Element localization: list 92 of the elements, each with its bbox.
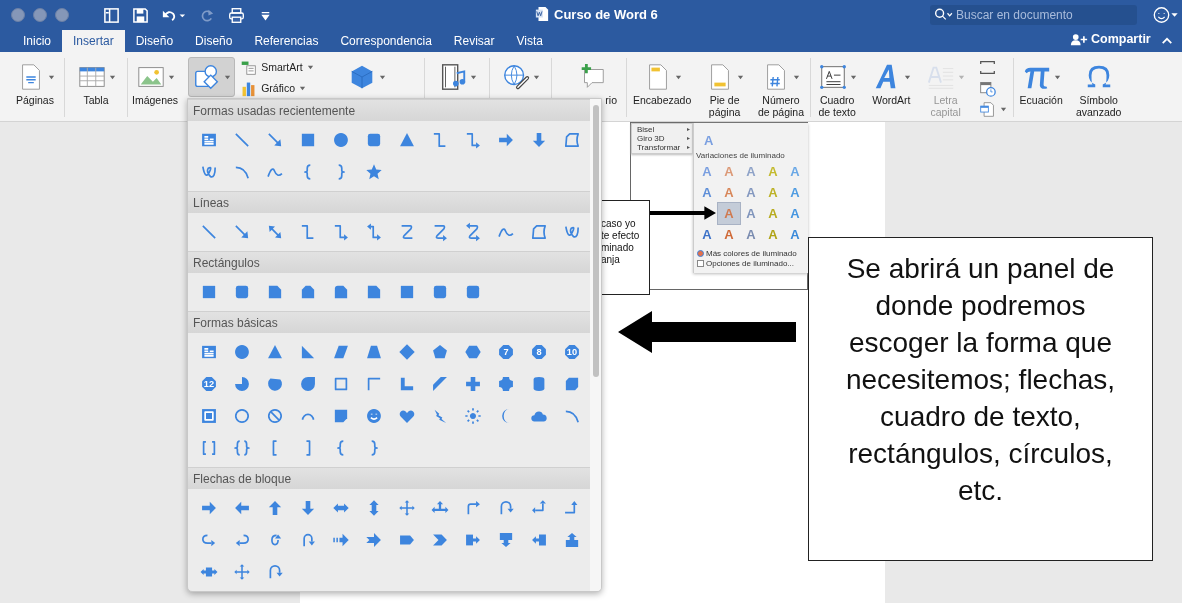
close-window-icon[interactable]	[11, 8, 25, 22]
caret-icon	[469, 73, 477, 81]
glow-variant: A	[767, 205, 779, 223]
print-icon[interactable]	[228, 6, 245, 24]
glow-variant: A	[767, 163, 779, 181]
ribbon-button[interactable]: Imágenes	[128, 57, 183, 109]
feedback-smiley-icon[interactable]	[1152, 6, 1180, 24]
caret-icon	[674, 73, 682, 81]
calendar-clock-icon	[979, 79, 997, 97]
ribbon-small-button[interactable]: Gráfico	[237, 78, 317, 98]
add-person-icon	[1070, 32, 1088, 46]
glow-variant: A	[789, 226, 801, 244]
ribbon-button[interactable]: Páginas	[11, 57, 59, 109]
caret-icon	[224, 73, 232, 81]
ribbon-button[interactable]: Tabla	[72, 57, 120, 109]
sun-shape-icon[interactable]	[462, 406, 483, 426]
ribbon-small-button[interactable]: SmartArt	[237, 57, 317, 77]
search-icon	[934, 8, 954, 22]
caret-icon	[793, 73, 801, 81]
double-brace-shape-icon[interactable]	[231, 438, 252, 458]
ribbon-button[interactable]: Cuadro de texto	[813, 57, 861, 121]
caret-icon	[108, 73, 116, 81]
callout-text: Se abrirá un panel de donde podremos escoger la forma que necesitemos; flechas, cuadro de texto, rectángulos, círculos, etc.	[844, 252, 1117, 508]
ribbon-tab[interactable]: Inicio	[12, 30, 62, 52]
section-header: Líneas	[188, 191, 590, 213]
ribbon-tab[interactable]: Correspondencia	[329, 30, 443, 52]
glow-variant: A	[745, 184, 757, 202]
section-header: Formas usadas recientemente	[188, 99, 590, 121]
glow-variant: A	[723, 163, 735, 181]
glow-variant: A	[701, 226, 713, 244]
submenu-arrow-icon	[687, 128, 690, 131]
section-header: Variaciones de iluminado	[696, 151, 785, 160]
ribbon-tab[interactable]: Insertar	[62, 30, 125, 52]
sidebar-icon[interactable]	[103, 6, 120, 24]
zoom-window-icon[interactable]	[55, 8, 69, 22]
text-box: caso yo te efecto minado anja	[600, 200, 650, 295]
scrollbar[interactable]	[590, 99, 601, 591]
ribbon-button[interactable]: Símbolo avanzado	[1071, 57, 1126, 121]
section-header: Formas básicas	[188, 311, 590, 333]
caret-icon	[1000, 105, 1008, 113]
search-field[interactable]: Buscar en documento	[930, 5, 1137, 25]
globe-link-icon	[501, 62, 531, 92]
minimize-window-icon[interactable]	[33, 8, 47, 22]
glow-variant: A	[701, 184, 713, 202]
glow-variant: A	[723, 184, 735, 202]
caret-icon	[378, 73, 386, 81]
glow-variant: A	[745, 163, 757, 181]
caret-icon	[849, 73, 857, 81]
glow-variant: A	[767, 226, 779, 244]
share-button[interactable]: Compartir	[1070, 32, 1151, 46]
caret-icon	[958, 73, 966, 81]
glow-variant: A	[723, 226, 735, 244]
ribbon-tab[interactable]: Revisar	[442, 30, 506, 52]
glow-variant: A	[718, 203, 740, 224]
ribbon-tab[interactable]: Vista	[505, 30, 554, 52]
ribbon-button[interactable]: WordArt	[867, 57, 915, 109]
submenu-arrow-icon	[687, 137, 690, 140]
section-header: Rectángulos	[188, 251, 590, 273]
glow-variant: A	[767, 184, 779, 202]
text-box-icon	[817, 62, 848, 92]
ribbon-button[interactable]: Encabezado	[628, 57, 696, 109]
window-title: Curso de Word 6	[554, 6, 658, 22]
arrow	[650, 206, 716, 220]
save-icon[interactable]	[132, 6, 149, 24]
caret-icon	[737, 73, 745, 81]
object-icon	[979, 100, 997, 118]
ribbon-tab[interactable]: Diseño	[124, 30, 185, 52]
frame-icon	[979, 58, 997, 76]
glow-variant: A	[789, 184, 801, 202]
submenu-arrow-icon	[687, 146, 690, 149]
caret-icon	[306, 63, 314, 71]
caret-icon	[533, 73, 540, 81]
glow-variant: A	[789, 163, 801, 181]
word-document-icon	[535, 6, 549, 22]
glow-variant: A	[701, 163, 713, 181]
caret-icon	[298, 84, 306, 92]
caret-icon	[167, 73, 175, 81]
ribbon-tab[interactable]: Diseño	[184, 30, 244, 52]
glow-variant: A	[745, 226, 757, 244]
ribbon-button[interactable]: Ecuación	[1015, 57, 1067, 109]
ribbon-button[interactable]: Número de página	[753, 57, 809, 121]
caret-icon	[47, 73, 55, 81]
caret-icon	[903, 73, 911, 81]
glow-preview: A	[704, 133, 714, 148]
collapse-ribbon-icon[interactable]	[1161, 36, 1173, 45]
section-header: Flechas de bloque	[188, 467, 590, 489]
ribbon-tab[interactable]: Referencias	[243, 30, 330, 52]
glow-variant: A	[789, 205, 801, 223]
glow-variant: A	[745, 205, 757, 223]
ribbon-button[interactable]	[188, 57, 236, 97]
ribbon-button[interactable]: Pie de página	[701, 57, 749, 121]
caret-icon	[1053, 73, 1061, 81]
